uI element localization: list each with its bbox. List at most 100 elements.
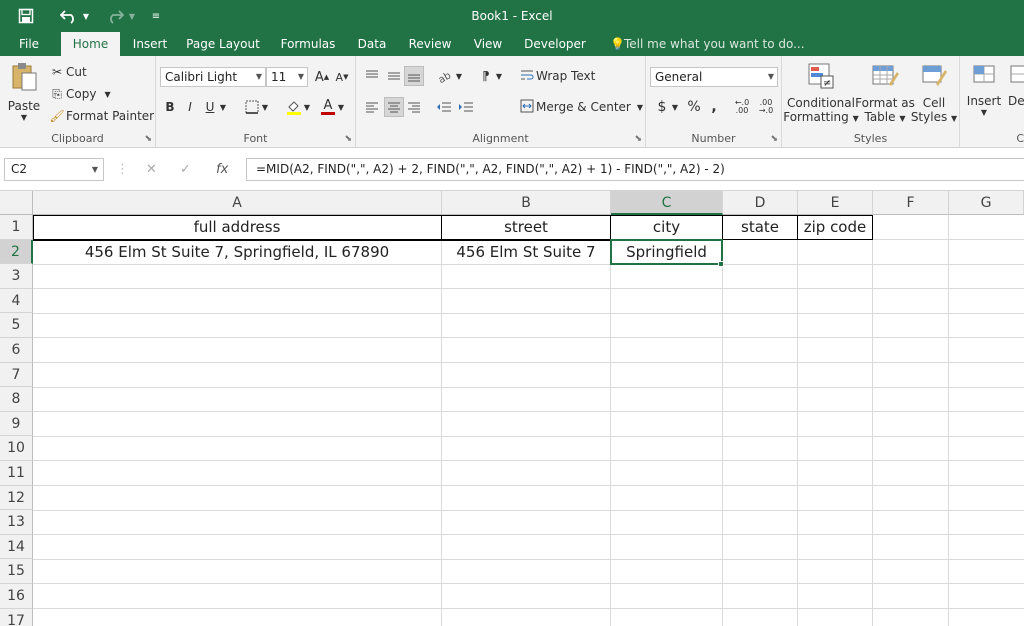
align-top-icon[interactable] (362, 66, 382, 86)
row-header-5[interactable]: 5 (0, 313, 33, 338)
decrease-indent-icon[interactable] (434, 97, 454, 117)
underline-dropdown-icon[interactable]: ▼ (218, 97, 228, 117)
row-header-15[interactable]: 15 (0, 559, 33, 584)
clipboard-launcher-icon[interactable]: ⬊ (144, 134, 152, 144)
row-header-12[interactable]: 12 (0, 485, 33, 511)
cell-styles-button[interactable]: Cell Styles ▼ (911, 62, 957, 128)
row-header-16[interactable]: 16 (0, 584, 33, 609)
borders-icon[interactable] (242, 97, 262, 117)
tab-file[interactable]: File (8, 32, 50, 56)
alignment-group: ab ▼ ⁋ ▼ Wrap Text Merge & Center ▼ Alig… (356, 56, 646, 148)
grow-font-icon[interactable]: A ▲ (312, 67, 332, 87)
fill-handle[interactable] (718, 261, 724, 267)
fill-color-icon[interactable] (284, 97, 304, 117)
name-box[interactable]: C2 ▼ (4, 158, 104, 181)
cell-a2[interactable]: 456 Elm St Suite 7, Springfield, IL 6789… (33, 240, 441, 264)
increase-indent-icon[interactable] (456, 97, 476, 117)
tab-home[interactable]: Home (61, 32, 120, 56)
alignment-launcher-icon[interactable]: ⬊ (634, 134, 642, 144)
fill-color-dropdown-icon[interactable]: ▼ (302, 97, 312, 117)
font-name-select[interactable]: Calibri Light ▼ (160, 67, 266, 87)
tab-review[interactable]: Review (404, 32, 456, 56)
row-header-17[interactable]: 17 (0, 608, 33, 626)
row-header-1[interactable]: 1 (0, 215, 33, 240)
row-header-2[interactable]: 2 (0, 239, 33, 265)
row-header-14[interactable]: 14 (0, 534, 33, 560)
paste-button[interactable]: Paste ▼ (6, 62, 42, 126)
orientation-icon[interactable]: ab (436, 66, 456, 86)
column-header-b[interactable]: B (442, 191, 611, 215)
cell-b1[interactable]: street (442, 215, 610, 239)
percent-button[interactable]: % (684, 97, 704, 117)
format-painter-button[interactable]: 🖌 Format Painter (48, 106, 154, 126)
select-all-corner[interactable] (0, 191, 33, 215)
tell-me-search[interactable]: 💡Tell me what you want to do... (610, 32, 805, 56)
comma-button[interactable]: , (704, 97, 724, 117)
insert-function-icon[interactable]: fx (216, 158, 228, 181)
column-header-f[interactable]: F (873, 191, 949, 215)
delete-cells-button[interactable]: De (1008, 62, 1024, 128)
decrease-decimal-icon[interactable]: .00 →.0 (756, 97, 776, 117)
column-header-a[interactable]: A (33, 191, 442, 215)
row-header-10[interactable]: 10 (0, 436, 33, 461)
underline-button[interactable]: U (200, 97, 220, 117)
merge-center-button[interactable]: Merge & Center ▼ (518, 97, 643, 117)
tab-data[interactable]: Data (350, 32, 394, 56)
orientation-dropdown-icon[interactable]: ▼ (454, 66, 464, 86)
font-color-icon[interactable]: A (318, 97, 338, 117)
row-header-11[interactable]: 11 (0, 461, 33, 486)
align-left-icon[interactable] (362, 97, 382, 117)
align-middle-icon[interactable] (384, 66, 404, 86)
cancel-icon[interactable]: ✕ (146, 158, 157, 181)
align-center-icon[interactable] (384, 97, 404, 117)
column-header-g[interactable]: G (949, 191, 1024, 215)
italic-button[interactable]: I (180, 97, 200, 117)
insert-cells-icon (971, 62, 997, 91)
cell-a1[interactable]: full address (33, 215, 441, 239)
column-header-c[interactable]: C (611, 191, 723, 215)
increase-decimal-icon[interactable]: ←.0.00 (732, 97, 752, 117)
tab-insert[interactable]: Insert (126, 32, 174, 56)
column-header-d[interactable]: D (723, 191, 798, 215)
bold-button[interactable]: B (160, 97, 180, 117)
text-direction-icon[interactable]: ⁋ (476, 66, 496, 86)
copy-button[interactable]: ⎘ Copy ▼ (48, 84, 110, 104)
conditional-formatting-button[interactable]: ≠ Conditional Formatting ▼ (783, 62, 859, 128)
row-header-13[interactable]: 13 (0, 510, 33, 535)
row-header-3[interactable]: 3 (0, 264, 33, 289)
row-header-8[interactable]: 8 (0, 387, 33, 412)
number-format-select[interactable]: General ▼ (650, 67, 778, 87)
row-header-4[interactable]: 4 (0, 288, 33, 314)
insert-cells-button[interactable]: Insert ▼ (964, 62, 1004, 128)
cut-button[interactable]: ✂ Cut (48, 62, 87, 82)
shrink-font-icon[interactable]: A ▼ (332, 67, 352, 87)
row-header-6[interactable]: 6 (0, 338, 33, 363)
currency-dropdown-icon[interactable]: ▼ (670, 97, 680, 117)
tab-view[interactable]: View (466, 32, 510, 56)
row-header-9[interactable]: 9 (0, 411, 33, 437)
align-right-icon[interactable] (404, 97, 424, 117)
row-header-7[interactable]: 7 (0, 362, 33, 388)
cell-c1[interactable]: city (611, 215, 722, 239)
font-launcher-icon[interactable]: ⬊ (344, 134, 352, 144)
number-launcher-icon[interactable]: ⬊ (770, 134, 778, 144)
cell-e1[interactable]: zip code (798, 215, 872, 239)
align-bottom-icon[interactable] (404, 66, 424, 86)
tab-page-layout[interactable]: Page Layout (183, 32, 263, 56)
wrap-text-button[interactable]: Wrap Text (518, 66, 595, 86)
borders-dropdown-icon[interactable]: ▼ (260, 97, 270, 117)
format-as-table-button[interactable]: Format as Table ▼ (855, 62, 915, 128)
column-header-e[interactable]: E (798, 191, 873, 215)
cells-group-label: C (1016, 132, 1024, 145)
cell-b2[interactable]: 456 Elm St Suite 7 (442, 240, 610, 264)
cell-d1[interactable]: state (723, 215, 797, 239)
formula-input[interactable]: =MID(A2, FIND(",", A2) + 2, FIND(",", A2… (246, 158, 1024, 181)
enter-icon[interactable]: ✓ (180, 158, 191, 181)
delete-cells-label: De (1008, 94, 1024, 108)
text-direction-dropdown-icon[interactable]: ▼ (494, 66, 504, 86)
font-color-dropdown-icon[interactable]: ▼ (336, 97, 346, 117)
tab-formulas[interactable]: Formulas (274, 32, 342, 56)
font-size-select[interactable]: 11 ▼ (266, 67, 308, 87)
tab-developer[interactable]: Developer (521, 32, 589, 56)
currency-button[interactable]: $ (652, 97, 672, 117)
